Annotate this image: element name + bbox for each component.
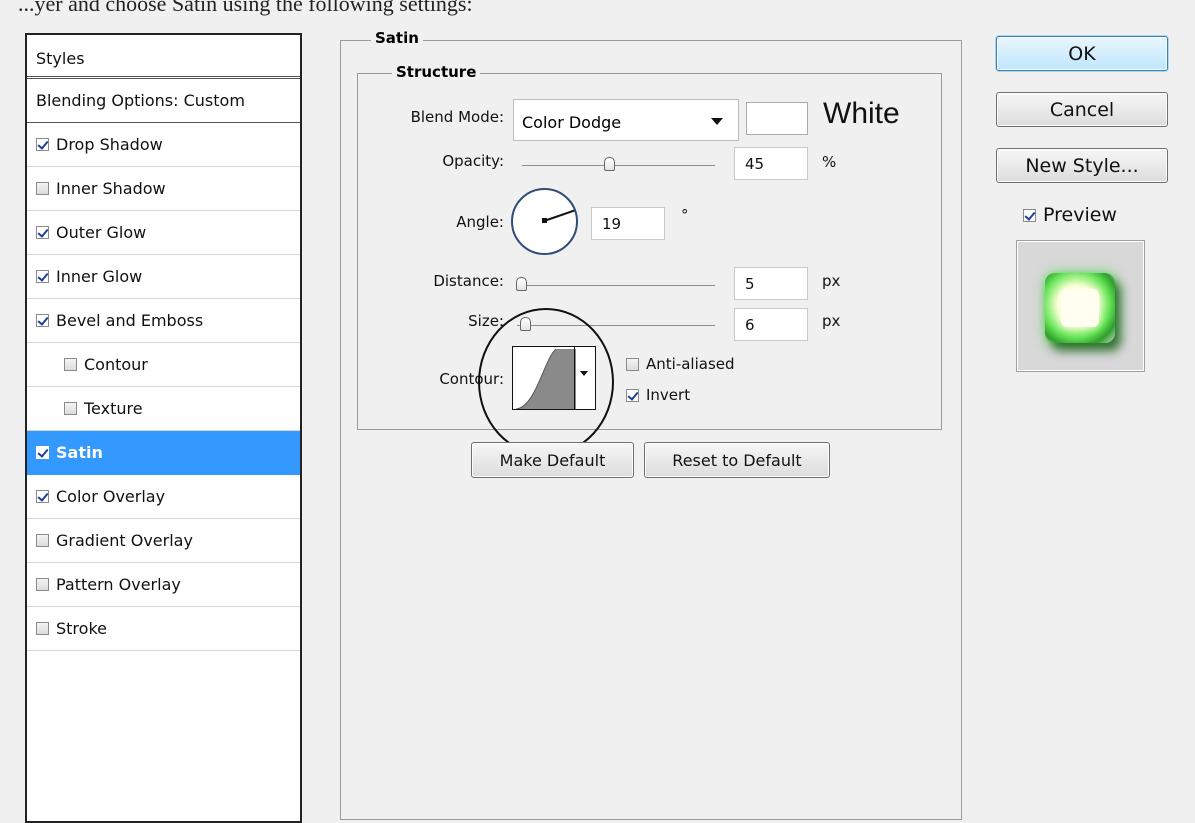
preview-core bbox=[1061, 289, 1099, 327]
preview-label: Preview bbox=[1043, 204, 1117, 226]
anti-aliased-option[interactable]: Anti-aliased bbox=[626, 355, 735, 373]
size-label: Size: bbox=[468, 312, 504, 330]
blend-mode-value: Color Dodge bbox=[522, 113, 622, 132]
distance-slider-thumb[interactable] bbox=[515, 277, 527, 291]
distance-unit: px bbox=[822, 272, 841, 290]
color-name-label: White bbox=[823, 97, 900, 130]
anti-aliased-label: Anti-aliased bbox=[646, 355, 735, 373]
angle-unit: ° bbox=[681, 206, 689, 224]
opacity-label: Opacity: bbox=[442, 152, 504, 170]
style-item-label: Drop Shadow bbox=[56, 135, 163, 154]
style-item-label: Inner Glow bbox=[56, 267, 143, 286]
style-item-label: Inner Shadow bbox=[56, 179, 166, 198]
invert-checkbox[interactable] bbox=[626, 388, 639, 402]
angle-label: Angle: bbox=[456, 213, 504, 231]
style-item-inner-glow[interactable]: Inner Glow bbox=[27, 255, 300, 299]
style-item-label: Color Overlay bbox=[56, 487, 166, 506]
make-default-button[interactable]: Make Default bbox=[471, 442, 634, 478]
style-item-label: Pattern Overlay bbox=[56, 575, 181, 594]
style-item-inner-shadow[interactable]: Inner Shadow bbox=[27, 167, 300, 211]
style-item-drop-shadow[interactable]: Drop Shadow bbox=[27, 123, 300, 167]
style-item-label: Gradient Overlay bbox=[56, 531, 193, 550]
style-item-label: Texture bbox=[84, 399, 143, 418]
style-checkbox[interactable] bbox=[36, 578, 49, 591]
style-preview bbox=[1016, 240, 1145, 372]
new-style-button[interactable]: New Style... bbox=[996, 148, 1168, 183]
opacity-slider-thumb[interactable] bbox=[603, 157, 615, 171]
style-item-texture[interactable]: Texture bbox=[27, 387, 300, 431]
style-checkbox[interactable] bbox=[36, 622, 49, 635]
style-checkbox[interactable] bbox=[36, 138, 49, 151]
opacity-unit: % bbox=[822, 153, 837, 171]
style-item-blending-options-custom[interactable]: Blending Options: Custom bbox=[27, 79, 300, 123]
opacity-slider-track[interactable] bbox=[522, 165, 715, 166]
style-item-outer-glow[interactable]: Outer Glow bbox=[27, 211, 300, 255]
size-input[interactable]: 6 bbox=[734, 308, 808, 341]
style-item-contour[interactable]: Contour bbox=[27, 343, 300, 387]
invert-label: Invert bbox=[646, 386, 691, 404]
style-checkbox[interactable] bbox=[64, 402, 77, 415]
style-item-pattern-overlay[interactable]: Pattern Overlay bbox=[27, 563, 300, 607]
instruction-caption: ...yer and choose Satin using the follow… bbox=[18, 0, 473, 16]
style-checkbox[interactable] bbox=[36, 226, 49, 239]
style-checkbox[interactable] bbox=[36, 182, 49, 195]
style-item-label: Stroke bbox=[56, 619, 107, 638]
style-item-label: Satin bbox=[56, 443, 103, 462]
anti-aliased-checkbox[interactable] bbox=[626, 357, 639, 371]
preview-option[interactable]: Preview bbox=[1023, 204, 1117, 226]
style-item-stroke[interactable]: Stroke bbox=[27, 607, 300, 651]
style-checkbox[interactable] bbox=[36, 446, 49, 459]
style-item-gradient-overlay[interactable]: Gradient Overlay bbox=[27, 519, 300, 563]
style-checkbox[interactable] bbox=[36, 314, 49, 327]
style-item-label: Contour bbox=[84, 355, 148, 374]
style-item-label: Outer Glow bbox=[56, 223, 147, 242]
chevron-down-icon bbox=[711, 118, 723, 125]
styles-list: Styles Blending Options: Custom Drop Shad… bbox=[25, 33, 302, 823]
size-unit: px bbox=[822, 312, 841, 330]
style-item-satin[interactable]: Satin bbox=[27, 431, 300, 475]
style-checkbox[interactable] bbox=[36, 270, 49, 283]
preview-checkbox[interactable] bbox=[1023, 208, 1036, 222]
style-item-bevel-and-emboss[interactable]: Bevel and Emboss bbox=[27, 299, 300, 343]
cancel-button[interactable]: Cancel bbox=[996, 92, 1168, 127]
satin-title: Satin bbox=[371, 29, 423, 47]
reset-to-default-button[interactable]: Reset to Default bbox=[644, 442, 830, 478]
angle-dial[interactable] bbox=[511, 188, 578, 255]
style-item-color-overlay[interactable]: Color Overlay bbox=[27, 475, 300, 519]
styles-header[interactable]: Styles bbox=[27, 35, 300, 79]
invert-option[interactable]: Invert bbox=[626, 386, 690, 404]
angle-input[interactable]: 19 bbox=[591, 207, 665, 240]
style-item-label: Bevel and Emboss bbox=[56, 311, 204, 330]
color-swatch[interactable] bbox=[746, 102, 808, 135]
style-checkbox[interactable] bbox=[36, 534, 49, 547]
blend-mode-select[interactable]: Color Dodge bbox=[513, 99, 739, 141]
distance-label: Distance: bbox=[433, 272, 504, 290]
highlight-circle bbox=[478, 308, 614, 456]
distance-input[interactable]: 5 bbox=[734, 267, 808, 300]
structure-title: Structure bbox=[392, 63, 481, 81]
blend-mode-label: Blend Mode: bbox=[410, 108, 504, 126]
style-checkbox[interactable] bbox=[36, 490, 49, 503]
opacity-input[interactable]: 45 bbox=[734, 147, 808, 180]
style-checkbox[interactable] bbox=[64, 358, 77, 371]
distance-slider-track[interactable] bbox=[517, 285, 715, 286]
ok-button[interactable]: OK bbox=[996, 36, 1168, 71]
angle-dial-hand bbox=[543, 209, 575, 222]
style-item-label: Blending Options: Custom bbox=[36, 91, 245, 110]
